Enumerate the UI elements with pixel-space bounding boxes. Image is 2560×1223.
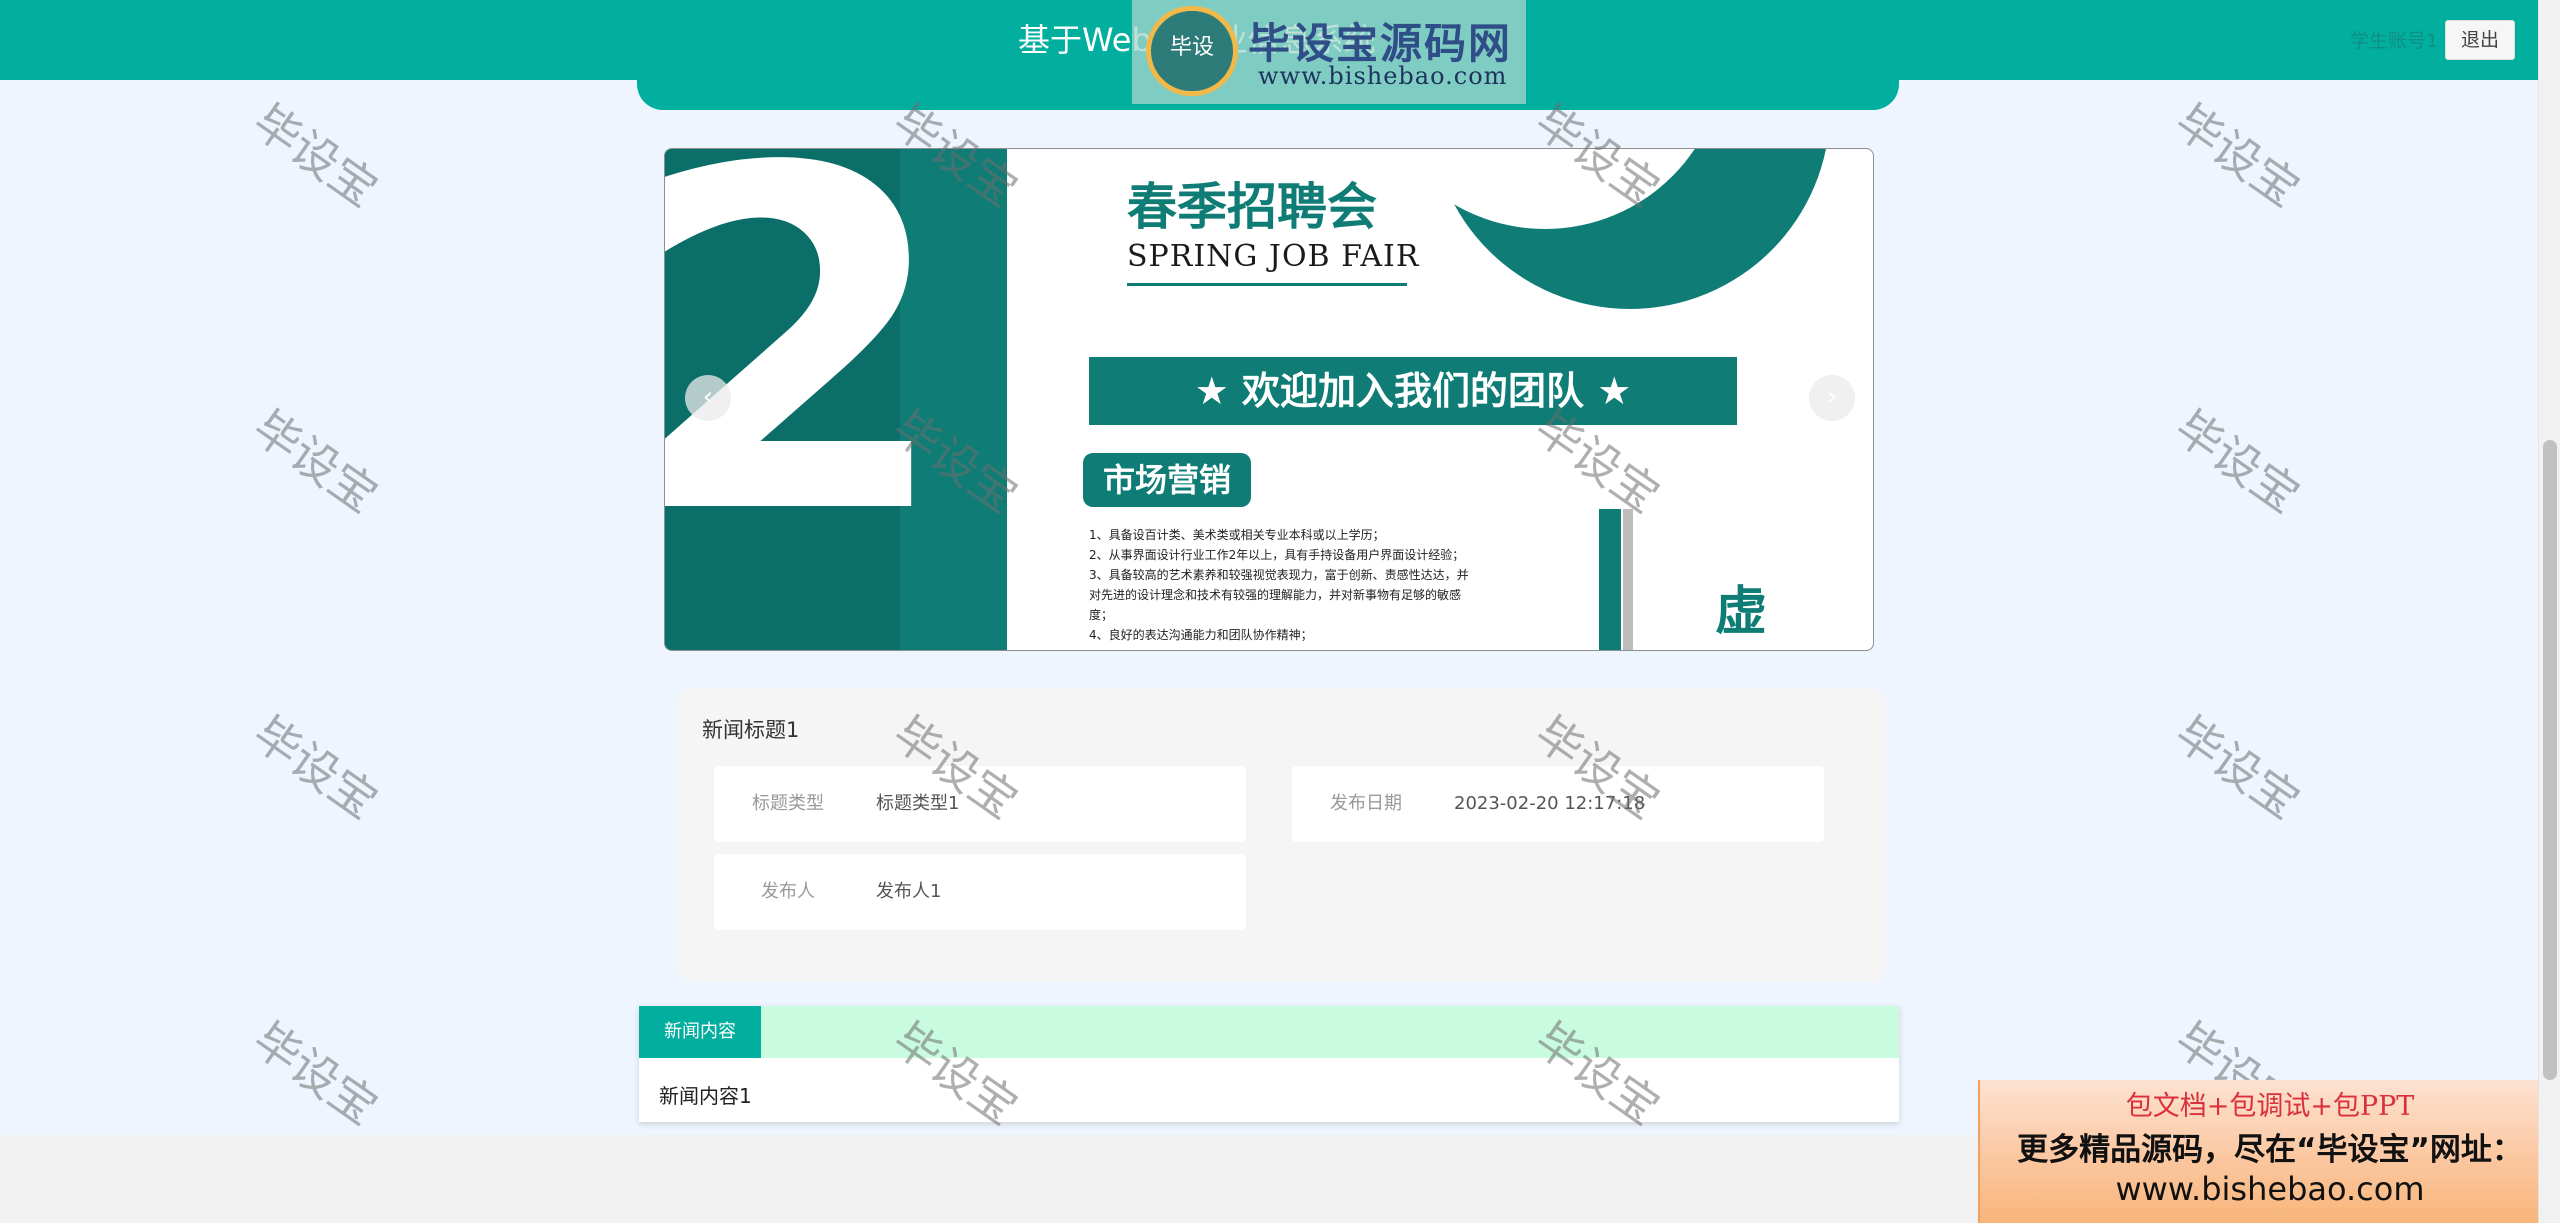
promo-url[interactable]: www.bishebao.com	[1980, 1170, 2560, 1208]
carousel-next-button[interactable]: ›	[1809, 375, 1855, 421]
slide-title: 春季招聘会	[1127, 178, 1377, 236]
promo-line-2: 更多精品源码，尽在“毕设宝”网址：	[2017, 1132, 2523, 1168]
user-account-link[interactable]: 学生账号1	[2350, 24, 2438, 58]
field-label: 发布人	[761, 881, 815, 902]
image-carousel[interactable]: 2 春季招聘会 SPRING JOB FAIR ★ 欢迎加入我们的团队 ★ 市场…	[664, 148, 1874, 651]
field-label: 标题类型	[752, 793, 824, 814]
field-value: 发布人1	[876, 881, 942, 902]
promo-line-1: 包文档+包调试+包PPT	[2125, 1091, 2415, 1122]
site-logo-overlay: 毕设 毕设宝源码网 www.bishebao.com	[1132, 0, 1526, 104]
slide-subtitle: SPRING JOB FAIR	[1127, 239, 1420, 274]
content-tab-bar	[639, 1006, 1899, 1058]
slide-big-digit: 2	[665, 149, 952, 579]
field-label: 发布日期	[1330, 793, 1402, 814]
news-title: 新闻标题1	[702, 718, 800, 742]
scrollbar-thumb[interactable]	[2543, 440, 2557, 1080]
logo-url: www.bishebao.com	[1258, 62, 1508, 90]
logo-mark-icon: 毕设	[1146, 6, 1238, 96]
slide-stroke-shape	[1599, 509, 1633, 650]
news-content-text: 新闻内容1	[659, 1084, 752, 1108]
slide-requirement-line: 1、具备设百计类、美术类或相关专业本科或以上学历；	[1089, 528, 1385, 542]
slide-requirement-line: 4、良好的表达沟通能力和团队协作精神；	[1089, 628, 1313, 642]
slide-requirement-line: 2、从事界面设计行业工作2年以上，具有手持设备用户界面设计经验；	[1089, 548, 1465, 562]
tab-news-content[interactable]: 新闻内容	[639, 1006, 761, 1058]
logout-button[interactable]: 退出	[2445, 20, 2515, 60]
carousel-prev-button[interactable]: ‹	[685, 375, 731, 421]
field-publish-date: 发布日期 2023-02-20 12:17:18	[1292, 766, 1824, 842]
field-publisher: 发布人 发布人1	[714, 854, 1246, 930]
slide-tag: 市场营销	[1083, 453, 1251, 507]
slide-requirements: 1、具备设百计类、美术类或相关专业本科或以上学历； 2、从事界面设计行业工作2年…	[1089, 525, 1519, 645]
logo-mark-text: 毕设	[1169, 35, 1214, 60]
vertical-scrollbar[interactable]	[2538, 0, 2560, 1223]
slide-requirement-line: 3、具备较高的艺术素养和较强视觉表现力，富于创新、责感性达达，并	[1089, 568, 1469, 582]
slide-divider	[1127, 283, 1407, 286]
slide-requirement-line: 度；	[1089, 608, 1114, 622]
slide-banner: ★ 欢迎加入我们的团队 ★	[1089, 357, 1737, 425]
news-detail-card: 新闻标题1 标题类型 标题类型1 发布日期 2023-02-20 12:17:1…	[678, 688, 1886, 982]
news-content-section: 新闻内容 新闻内容1	[639, 1006, 1899, 1122]
slide-char: 虚	[1715, 582, 1768, 642]
promo-banner[interactable]: 包文档+包调试+包PPT 更多精品源码，尽在“毕设宝”网址： www.bishe…	[1978, 1080, 2560, 1223]
slide-requirement-line: 对先进的设计理念和技术有较强的理解能力，并对新事物有足够的敏感	[1089, 588, 1462, 602]
